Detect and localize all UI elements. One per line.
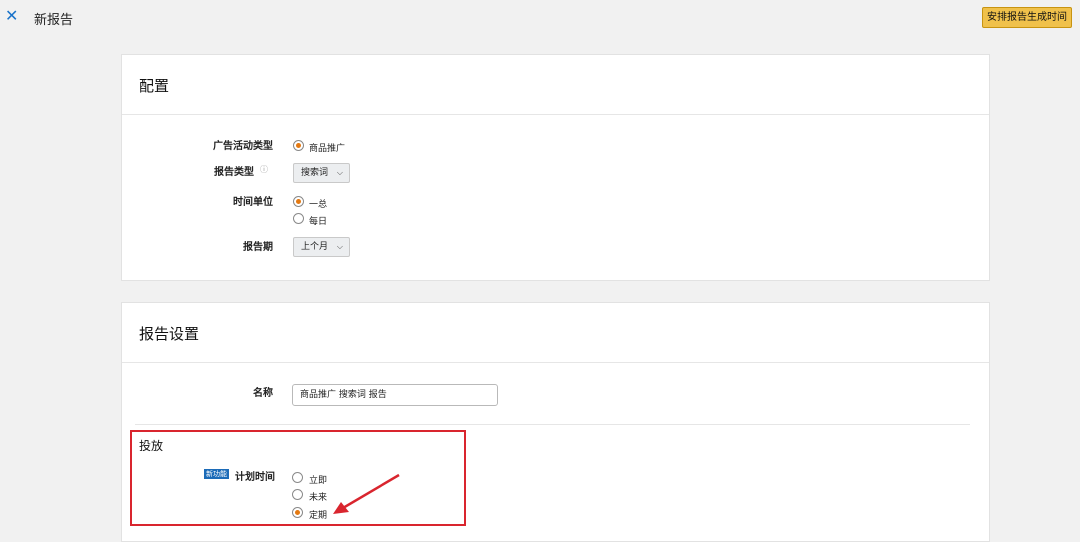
time-unit-option-daily: 每日 xyxy=(309,217,328,227)
config-title: 配置 xyxy=(139,77,170,95)
config-card-header: 配置 xyxy=(122,55,989,115)
time-unit-radio-daily[interactable] xyxy=(293,213,304,224)
report-type-value: 搜索词 xyxy=(301,168,329,178)
period-dropdown[interactable]: 上个月 ⌵ xyxy=(293,237,350,257)
annotation-arrow-icon xyxy=(333,473,400,514)
close-icon[interactable]: ✕ xyxy=(5,7,18,25)
ad-type-radio[interactable] xyxy=(293,140,304,151)
report-settings-header: 报告设置 xyxy=(122,303,989,363)
time-unit-label: 时间单位 xyxy=(233,197,273,208)
report-type-dropdown[interactable]: 搜索词 ⌵ xyxy=(293,163,350,183)
period-label: 报告期 xyxy=(243,242,273,253)
time-unit-option-summary: 一总 xyxy=(309,200,328,210)
time-unit-radio-summary[interactable] xyxy=(293,196,304,207)
delivery-radio-future[interactable] xyxy=(292,489,303,500)
name-label: 名称 xyxy=(253,388,273,399)
page-title: 新报告 xyxy=(34,13,74,28)
chevron-down-icon: ⌵ xyxy=(336,168,343,177)
section-divider xyxy=(135,424,970,425)
delivery-radio-now[interactable] xyxy=(292,472,303,483)
delivery-title: 投放 xyxy=(139,439,164,453)
report-type-label: 报告类型 xyxy=(214,167,254,178)
chevron-down-icon: ⌵ xyxy=(336,242,343,251)
top-bar: ✕ 新报告 安排报告生成时间 xyxy=(0,0,1080,36)
schedule-time-label: 计划时间 xyxy=(235,472,275,483)
ad-type-label: 广告活动类型 xyxy=(213,141,273,152)
report-name-input[interactable]: 商品推广 搜索词 报告 xyxy=(292,384,498,406)
report-settings-title: 报告设置 xyxy=(139,325,200,343)
delivery-radio-recurring[interactable] xyxy=(292,507,303,518)
ad-type-option-label: 商品推广 xyxy=(309,144,346,154)
schedule-report-button[interactable]: 安排报告生成时间 xyxy=(982,7,1072,28)
period-value: 上个月 xyxy=(301,242,329,252)
new-feature-badge: 新功能 xyxy=(204,469,229,479)
info-icon: ⓘ xyxy=(260,165,268,174)
